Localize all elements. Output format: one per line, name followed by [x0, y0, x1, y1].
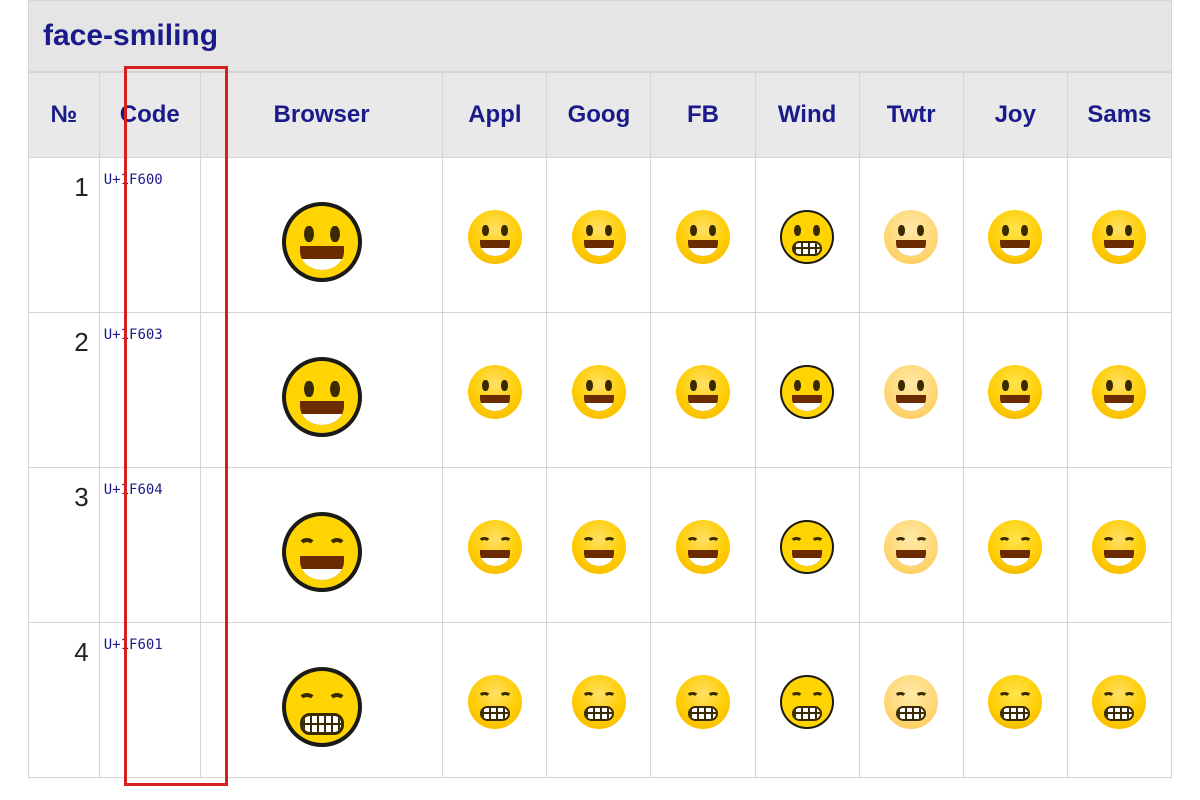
row-vendor-emoji: [963, 623, 1067, 778]
row-vendor-emoji: [755, 623, 859, 778]
emoji-face-icon: [676, 520, 730, 574]
emoji-face-icon: [884, 365, 938, 419]
row-browser-emoji: [200, 623, 443, 778]
emoji-face-icon: [468, 210, 522, 264]
row-vendor-emoji: [755, 313, 859, 468]
row-vendor-emoji: [963, 158, 1067, 313]
emoji-face-icon: [572, 520, 626, 574]
section-title: face-smiling: [28, 0, 1172, 72]
row-vendor-emoji: [443, 468, 547, 623]
row-number: 2: [29, 313, 100, 468]
row-browser-emoji: [200, 468, 443, 623]
emoji-face-icon: [780, 210, 834, 264]
emoji-face-icon: [780, 520, 834, 574]
col-vendor-wind: Wind: [755, 73, 859, 158]
row-vendor-emoji: [755, 158, 859, 313]
emoji-face-icon: [572, 365, 626, 419]
emoji-face-icon: [468, 675, 522, 729]
col-vendor-sams: Sams: [1067, 73, 1171, 158]
row-number: 4: [29, 623, 100, 778]
row-vendor-emoji: [963, 468, 1067, 623]
row-vendor-emoji: [859, 158, 963, 313]
col-browser: Browser: [200, 73, 443, 158]
row-vendor-emoji: [547, 158, 651, 313]
emoji-table: № Code Browser Appl Goog FB Wind Twtr Jo…: [28, 72, 1172, 778]
row-vendor-emoji: [859, 623, 963, 778]
col-code: Code: [99, 73, 200, 158]
col-vendor-joy: Joy: [963, 73, 1067, 158]
emoji-face-icon: [1092, 520, 1146, 574]
emoji-face-icon: [884, 520, 938, 574]
emoji-face-icon: [468, 520, 522, 574]
emoji-face-icon: [1092, 210, 1146, 264]
emoji-face-icon: [988, 365, 1042, 419]
emoji-face-icon: [884, 210, 938, 264]
emoji-face-icon: [282, 357, 362, 437]
emoji-face-icon: [1092, 365, 1146, 419]
row-vendor-emoji: [1067, 313, 1171, 468]
row-vendor-emoji: [651, 313, 755, 468]
row-vendor-emoji: [859, 468, 963, 623]
row-vendor-emoji: [1067, 468, 1171, 623]
row-vendor-emoji: [651, 468, 755, 623]
row-browser-emoji: [200, 313, 443, 468]
table-row: 3U+1F604: [29, 468, 1172, 623]
col-num: №: [29, 73, 100, 158]
row-number: 1: [29, 158, 100, 313]
emoji-face-icon: [988, 520, 1042, 574]
row-vendor-emoji: [859, 313, 963, 468]
row-vendor-emoji: [547, 313, 651, 468]
row-vendor-emoji: [1067, 158, 1171, 313]
row-code: U+1F600: [99, 158, 200, 313]
emoji-face-icon: [282, 667, 362, 747]
col-vendor-goog: Goog: [547, 73, 651, 158]
emoji-face-icon: [988, 210, 1042, 264]
row-number: 3: [29, 468, 100, 623]
col-vendor-fb: FB: [651, 73, 755, 158]
table-row: 4U+1F601: [29, 623, 1172, 778]
row-vendor-emoji: [963, 313, 1067, 468]
emoji-face-icon: [780, 675, 834, 729]
emoji-face-icon: [676, 365, 730, 419]
row-code: U+1F603: [99, 313, 200, 468]
emoji-face-icon: [468, 365, 522, 419]
row-vendor-emoji: [547, 468, 651, 623]
emoji-face-icon: [572, 210, 626, 264]
row-vendor-emoji: [755, 468, 859, 623]
emoji-face-icon: [780, 365, 834, 419]
row-vendor-emoji: [443, 158, 547, 313]
row-code: U+1F601: [99, 623, 200, 778]
row-vendor-emoji: [1067, 623, 1171, 778]
emoji-face-icon: [1092, 675, 1146, 729]
col-vendor-twtr: Twtr: [859, 73, 963, 158]
row-vendor-emoji: [651, 623, 755, 778]
row-vendor-emoji: [443, 313, 547, 468]
col-vendor-appl: Appl: [443, 73, 547, 158]
emoji-face-icon: [884, 675, 938, 729]
row-vendor-emoji: [443, 623, 547, 778]
header-row: № Code Browser Appl Goog FB Wind Twtr Jo…: [29, 73, 1172, 158]
row-vendor-emoji: [651, 158, 755, 313]
row-vendor-emoji: [547, 623, 651, 778]
emoji-face-icon: [676, 675, 730, 729]
emoji-face-icon: [676, 210, 730, 264]
emoji-face-icon: [988, 675, 1042, 729]
emoji-face-icon: [282, 512, 362, 592]
emoji-face-icon: [282, 202, 362, 282]
table-row: 2U+1F603: [29, 313, 1172, 468]
emoji-face-icon: [572, 675, 626, 729]
table-row: 1U+1F600: [29, 158, 1172, 313]
row-browser-emoji: [200, 158, 443, 313]
row-code: U+1F604: [99, 468, 200, 623]
